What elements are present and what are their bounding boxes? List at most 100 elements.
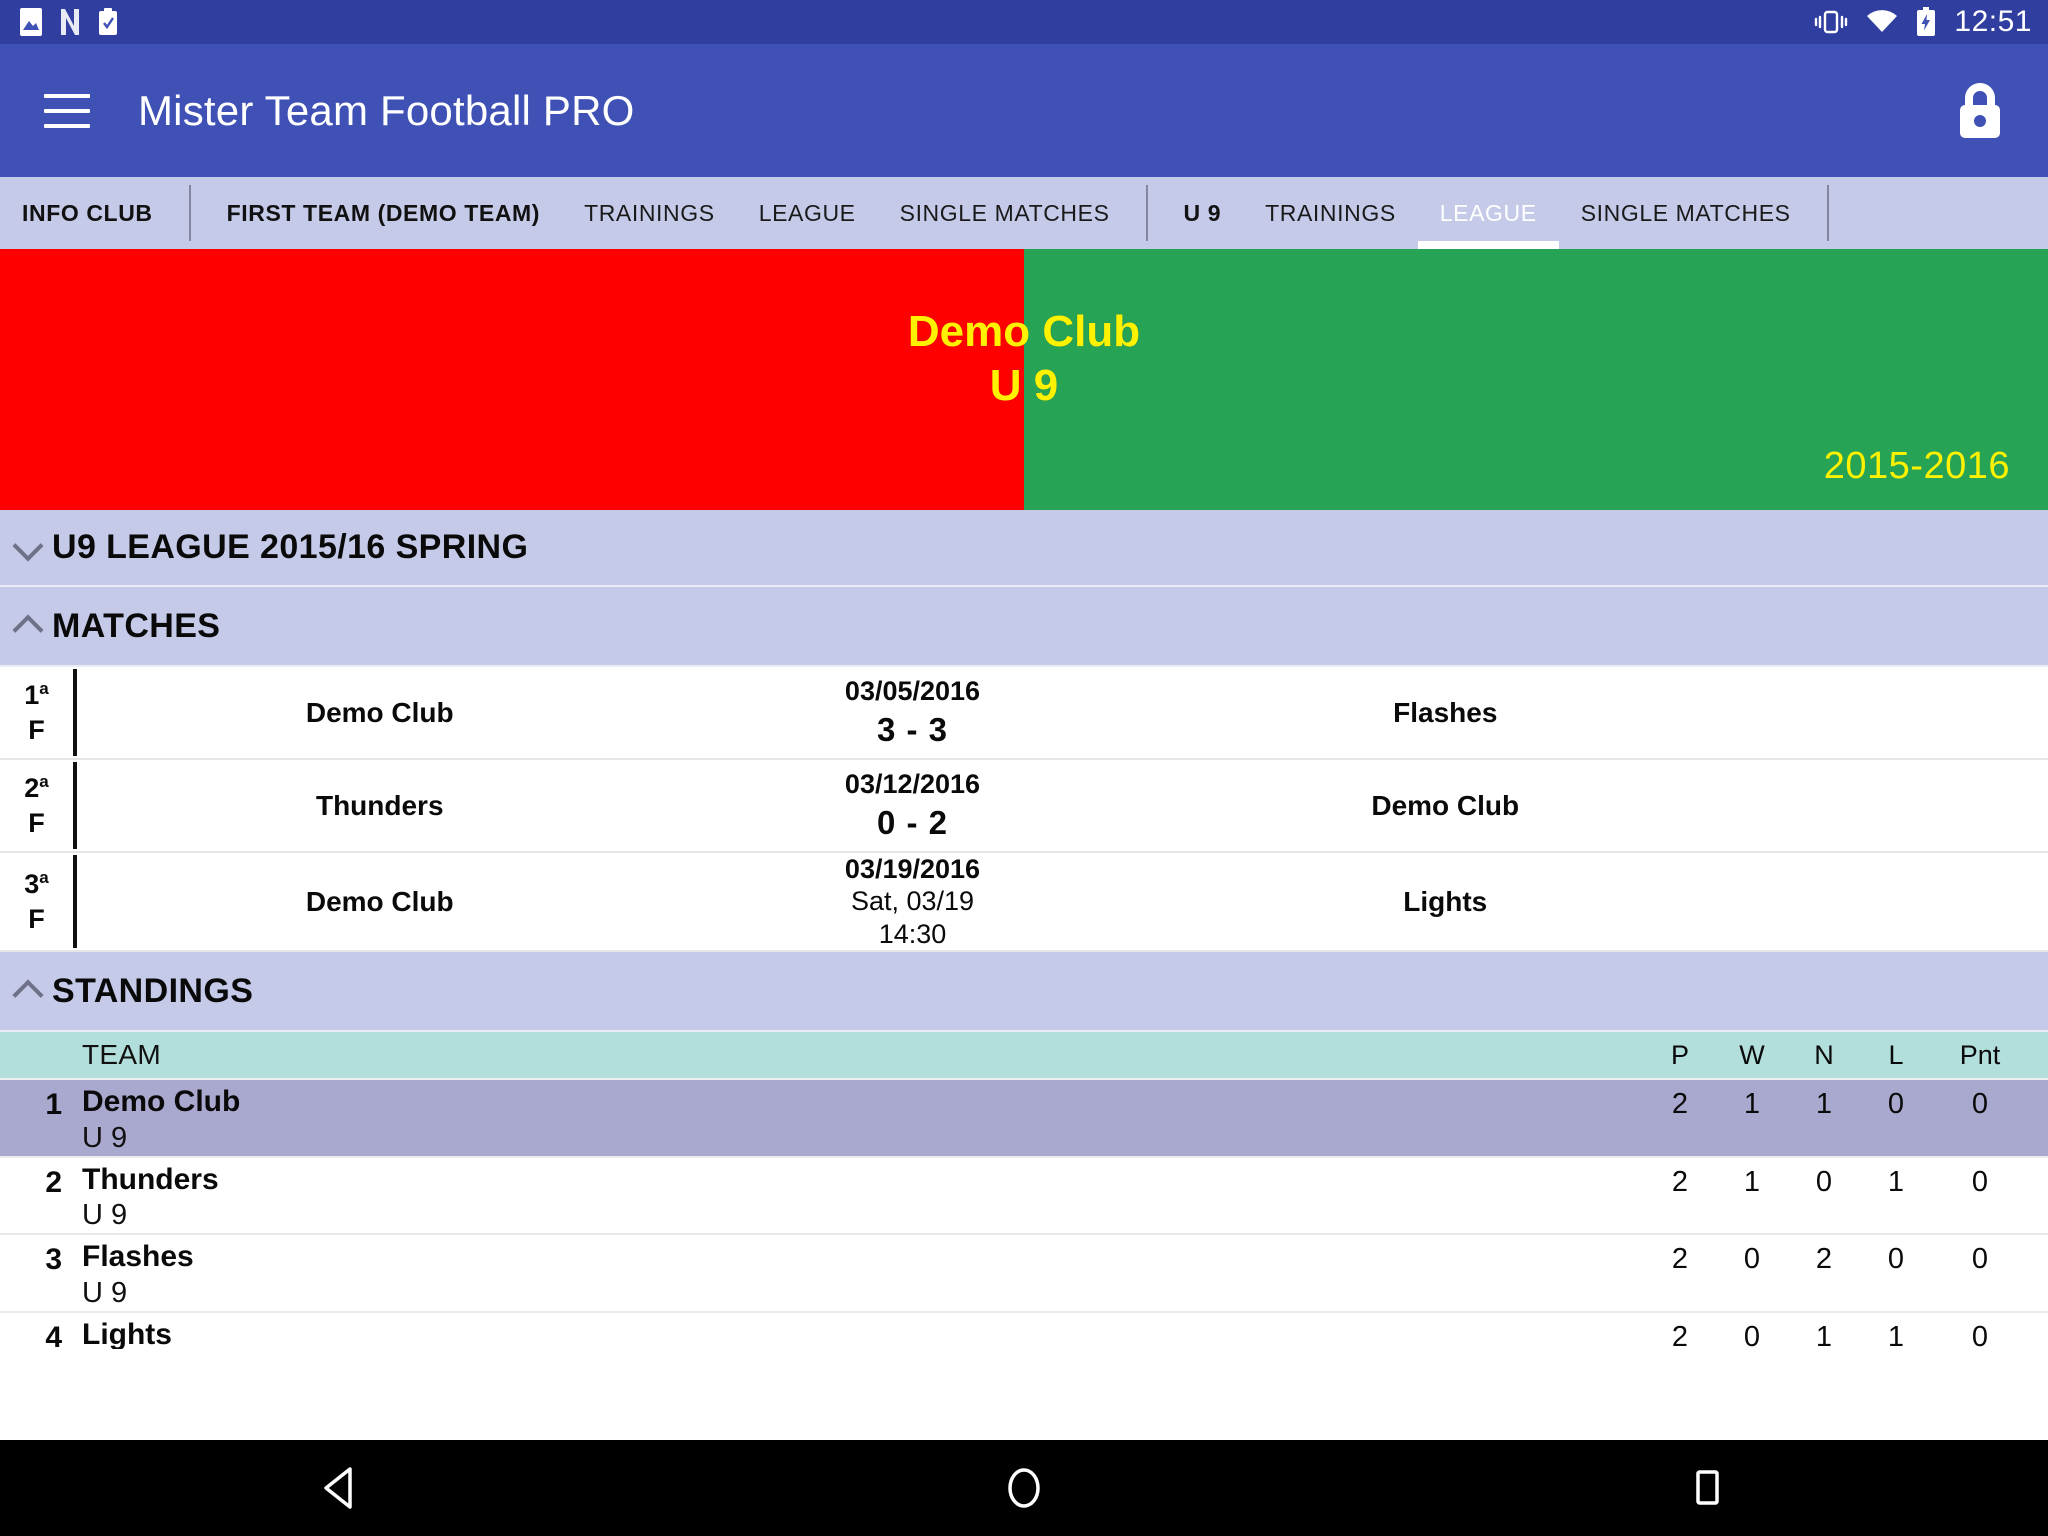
standings-w: 1 (1743, 1088, 1761, 1121)
team-banner: Demo Club U 9 2015-2016 (0, 249, 2048, 510)
standings-team-cell: Flashes U 9 (62, 1239, 1644, 1311)
chevron-up-icon[interactable] (10, 609, 44, 643)
status-bar: 12:51 (0, 0, 2048, 44)
standings-w: 0 (1743, 1321, 1761, 1350)
standings-position: 4 (45, 1321, 62, 1350)
standings-l: 1 (1887, 1321, 1905, 1350)
tab-info-club[interactable]: INFO CLUB (0, 177, 175, 249)
standings-team-name: Lights (82, 1318, 172, 1350)
standings-l: 1 (1887, 1165, 1905, 1198)
app-bar: Mister Team Football PRO (0, 44, 2048, 177)
standings-team-name: Flashes (82, 1240, 194, 1274)
standings-n: 1 (1815, 1088, 1833, 1121)
table-row[interactable]: 2 Thunders U 9 2 1 0 1 0 (0, 1157, 2048, 1236)
match-score: 3 - 3 (876, 711, 949, 749)
tab-separator (188, 185, 191, 241)
recents-square-icon[interactable] (1647, 1440, 1767, 1536)
table-row[interactable]: 2a F Thunders 03/12/2016 0 - 2 Demo Club (0, 760, 2048, 853)
match-round-number: 1 (24, 679, 40, 710)
status-bar-notification-icons (18, 7, 120, 37)
match-day: Sat, 03/19 (850, 886, 975, 917)
tab-single-matches-first-team[interactable]: SINGLE MATCHES (878, 177, 1132, 249)
match-home-team: Thunders (315, 789, 444, 821)
table-row[interactable]: 1 Demo Club U 9 2 1 1 0 0 (0, 1080, 2048, 1158)
column-header-pnt: Pnt (1959, 1039, 2001, 1070)
vibrate-icon (1815, 10, 1848, 34)
match-time: 14:30 (878, 918, 947, 949)
standings-team-category: U 9 (82, 1121, 128, 1154)
tab-trainings-first-team[interactable]: TRAININGS (562, 177, 737, 249)
match-away-team: Flashes (1393, 696, 1498, 728)
match-row-spacer (1748, 853, 2048, 950)
match-round-number: 2 (24, 772, 40, 803)
standings-team-name: Thunders (82, 1162, 219, 1196)
column-header-p: P (1670, 1039, 1689, 1070)
standings-table-header: TEAM P W N L Pnt (0, 1032, 2048, 1081)
tab-league-first-team[interactable]: LEAGUE (737, 177, 878, 249)
table-row[interactable]: 4 Lights 2 0 1 1 0 (0, 1313, 2048, 1350)
match-round: 3a F (0, 853, 73, 950)
match-round: 1a F (0, 667, 73, 758)
match-round-type: F (28, 714, 45, 745)
standings-team-cell: Demo Club U 9 (62, 1084, 1644, 1156)
column-header-n: N (1814, 1039, 1834, 1070)
standings-team-cell: Lights (62, 1317, 1644, 1349)
tab-trainings-u9[interactable]: TRAININGS (1243, 177, 1418, 249)
match-round-suffix: a (39, 678, 49, 698)
banner-category: U 9 (989, 360, 1059, 410)
chevron-up-icon[interactable] (10, 974, 44, 1008)
match-home-team: Demo Club (305, 885, 454, 917)
match-date: 03/19/2016 (844, 854, 981, 884)
page-title: Mister Team Football PRO (138, 86, 635, 134)
match-round-type: F (28, 807, 45, 838)
standings-position: 1 (45, 1088, 62, 1122)
app-screen: 12:51 Mister Team Football PRO INFO CLUB… (0, 0, 2048, 1536)
standings-pnt: 0 (1971, 1165, 1989, 1198)
tab-single-matches-u9[interactable]: SINGLE MATCHES (1559, 177, 1813, 249)
standings-team-name: Demo Club (82, 1085, 241, 1119)
back-triangle-icon[interactable] (281, 1440, 401, 1536)
chevron-down-icon[interactable] (10, 531, 44, 565)
match-away-team: Lights (1403, 885, 1488, 917)
standings-l: 0 (1887, 1088, 1905, 1121)
tab-bar[interactable]: INFO CLUB FIRST TEAM (DEMO TEAM) TRAININ… (0, 177, 2048, 249)
standings-l: 0 (1887, 1243, 1905, 1276)
table-row[interactable]: 1a F Demo Club 03/05/2016 3 - 3 Flashes (0, 667, 2048, 760)
lock-icon[interactable] (1940, 71, 2020, 151)
tab-league-u9[interactable]: LEAGUE (1417, 177, 1559, 249)
match-round-suffix: a (39, 868, 49, 888)
standings-team-category: U 9 (82, 1276, 128, 1309)
standings-team-category: U 9 (82, 1199, 128, 1232)
image-icon (20, 8, 42, 36)
tab-u9[interactable]: U 9 (1162, 177, 1244, 249)
match-date: 03/12/2016 (844, 769, 981, 799)
matches-section-header[interactable]: MATCHES (0, 587, 2048, 667)
match-round: 2a F (0, 760, 73, 851)
column-header-w: W (1739, 1039, 1765, 1070)
standings-p: 2 (1671, 1088, 1689, 1121)
league-section-header[interactable]: U9 LEAGUE 2015/16 SPRING (0, 510, 2048, 587)
tab-first-team[interactable]: FIRST TEAM (DEMO TEAM) (205, 177, 562, 249)
standings-section-header[interactable]: STANDINGS (0, 952, 2048, 1033)
standings-pnt: 0 (1971, 1243, 1989, 1276)
standings-p: 2 (1671, 1165, 1689, 1198)
android-navigation-bar[interactable] (0, 1440, 2048, 1536)
table-row[interactable]: 3 Flashes U 9 2 0 2 0 0 (0, 1235, 2048, 1314)
match-row-spacer (1748, 667, 2048, 758)
standings-w: 1 (1743, 1165, 1761, 1198)
standings-pnt: 0 (1971, 1321, 1989, 1350)
matches-title: MATCHES (52, 606, 221, 645)
home-circle-icon[interactable] (964, 1440, 1084, 1536)
standings-p: 2 (1671, 1321, 1689, 1350)
standings-n: 0 (1815, 1165, 1833, 1198)
match-info: 03/19/2016 Sat, 03/19 14:30 (683, 853, 1143, 950)
table-row[interactable]: 3a F Demo Club 03/19/2016 Sat, 03/19 14:… (0, 853, 2048, 953)
status-bar-system-icons: 12:51 (1814, 7, 2032, 37)
match-home-team: Demo Club (305, 696, 454, 728)
wifi-icon (1867, 10, 1898, 33)
tab-separator (1826, 185, 1829, 241)
hamburger-menu-icon[interactable] (44, 93, 90, 128)
standings-n: 1 (1815, 1321, 1833, 1350)
match-info: 03/05/2016 3 - 3 (683, 667, 1143, 758)
match-score: 0 - 2 (876, 804, 949, 842)
